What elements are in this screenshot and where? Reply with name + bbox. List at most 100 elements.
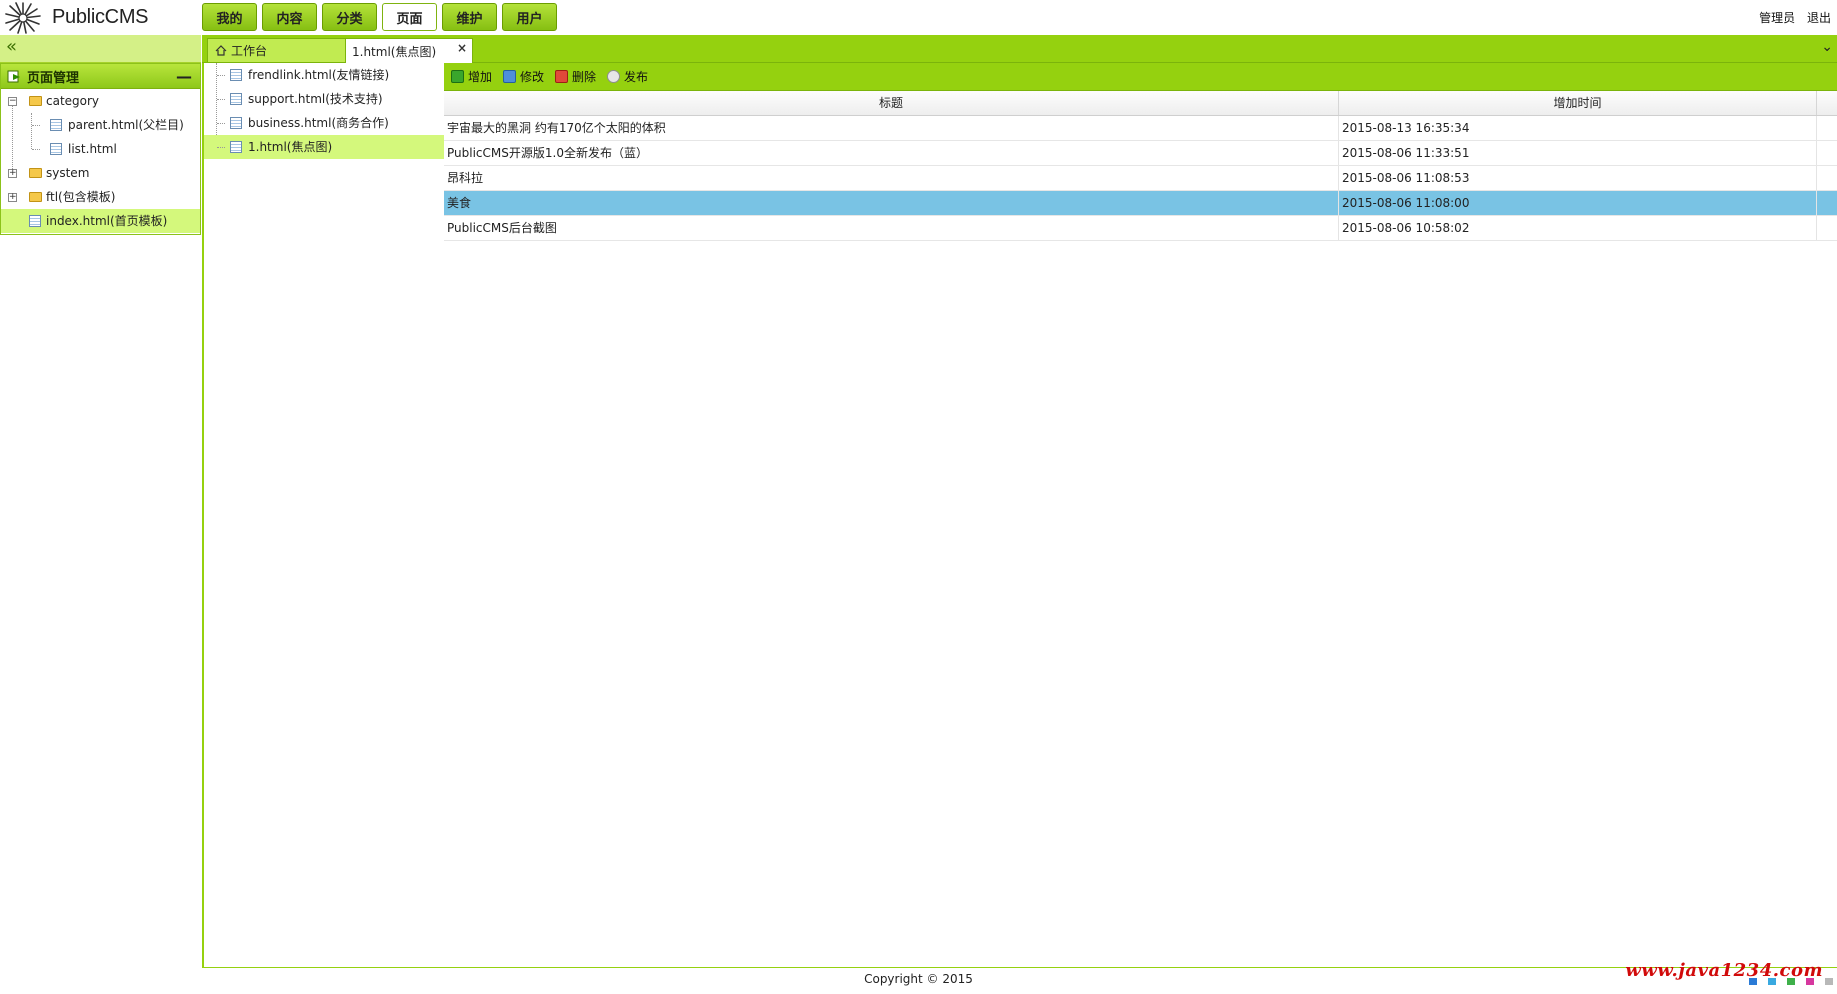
header: PublicCMS 我的 内容 分类 页面 维护 用户 管理员 退出 [0,0,1837,35]
user-area: 管理员 退出 [1751,9,1831,26]
sidebar-panel-header: 页面管理 — [1,64,200,89]
tab-label: 工作台 [231,44,268,58]
tab-bar: 工作台 1.html(焦点图) × ⌄ [202,35,1837,63]
tree-node-1-html[interactable]: 1.html(焦点图) [204,135,445,159]
cell-title: 美食 [444,191,1339,215]
menu-category[interactable]: 分类 [322,3,377,31]
edit-icon [503,70,517,83]
toolbar: 增加 修改 删除 发布 [444,63,1837,91]
tree-node-system[interactable]: + system [1,161,200,185]
tree-node-list-html[interactable]: list.html [1,137,200,161]
folder-icon [29,192,42,202]
column-header-time[interactable]: 增加时间 [1339,91,1817,115]
add-button[interactable]: 增加 [451,68,492,85]
tree-node-ftl[interactable]: + ftl(包含模板) [1,185,200,209]
tree-node-label: 1.html(焦点图) [248,140,333,154]
table-row[interactable]: PublicCMS后台截图 2015-08-06 10:58:02 [444,216,1837,241]
tree-node-label: support.html(技术支持) [248,92,383,106]
cell-time: 2015-08-06 11:08:53 [1339,166,1817,190]
menu-user[interactable]: 用户 [502,3,557,31]
file-icon [50,119,62,131]
publish-label: 发布 [624,70,649,84]
square-icon [1787,978,1795,985]
menu-my[interactable]: 我的 [202,3,257,31]
delete-label: 删除 [572,70,597,84]
file-icon [29,215,41,227]
column-header-title[interactable]: 标题 [444,91,1339,115]
file-icon [230,69,242,81]
sidebar-panel-title: 页面管理 [27,70,80,86]
tab-focus-image[interactable]: 1.html(焦点图) × [345,38,473,63]
double-chevron-down-icon[interactable]: ⌄ [1821,39,1833,55]
tab-workbench[interactable]: 工作台 [207,38,347,62]
add-label: 增加 [468,70,493,84]
table-row[interactable]: 昂科拉 2015-08-06 11:08:53 [444,166,1837,191]
tree-node-label: parent.html(父栏目) [68,118,184,132]
delete-button[interactable]: 删除 [555,68,596,85]
tree-line [32,125,40,126]
close-icon[interactable]: × [457,41,467,55]
footer-copyright: Copyright © 2015 [864,972,973,986]
menu-page[interactable]: 页面 [382,3,437,31]
square-icon [1749,978,1757,985]
square-icon [1806,978,1814,985]
tree-node-parent-html[interactable]: parent.html(父栏目) [1,113,200,137]
table-row-selected[interactable]: 美食 2015-08-06 11:08:00 [444,191,1837,216]
page-management-icon [7,70,20,83]
table-row[interactable]: PublicCMS开源版1.0全新发布（蓝） 2015-08-06 11:33:… [444,141,1837,166]
file-icon [50,143,62,155]
minimize-icon[interactable]: — [176,67,192,86]
publish-icon [607,70,621,83]
file-icon [230,93,242,105]
tree-node-label: list.html [68,142,117,156]
data-grid-panel: 增加 修改 删除 发布 标题 增加时间 宇宙最大的黑洞 约有170亿个太阳的体积… [444,63,1837,967]
double-chevron-left-icon[interactable]: « [6,37,17,57]
tree-line [32,149,40,150]
logout-link[interactable]: 退出 [1807,11,1831,25]
delete-icon [555,70,569,83]
menu-content[interactable]: 内容 [262,3,317,31]
edit-label: 修改 [520,70,545,84]
cell-title: PublicCMS后台截图 [444,216,1339,240]
tree-node-frendlink[interactable]: frendlink.html(友情链接) [204,63,445,87]
publish-button[interactable]: 发布 [607,68,648,85]
tree-line [217,123,225,124]
expand-toggle-icon[interactable]: + [8,193,17,202]
tree-node-label: index.html(首页模板) [46,214,168,228]
table-row[interactable]: 宇宙最大的黑洞 约有170亿个太阳的体积 2015-08-13 16:35:34 [444,116,1837,141]
tab-label: 1.html(焦点图) [352,44,437,59]
tree-node-label: category [46,94,100,108]
sidebar-collapse-bar: « [0,35,201,63]
menu-maintain[interactable]: 维护 [442,3,497,31]
cell-title: PublicCMS开源版1.0全新发布（蓝） [444,141,1339,165]
logo-icon [5,2,41,34]
file-icon [230,117,242,129]
tree-node-support[interactable]: support.html(技术支持) [204,87,445,111]
tree-line [217,99,225,100]
username-link[interactable]: 管理员 [1759,11,1795,25]
collapse-toggle-icon[interactable]: − [8,97,17,106]
cell-time: 2015-08-13 16:35:34 [1339,116,1817,140]
folder-icon [29,168,42,178]
cell-time: 2015-08-06 11:33:51 [1339,141,1817,165]
app-title: PublicCMS [52,6,149,28]
cell-time: 2015-08-06 11:08:00 [1339,191,1817,215]
square-icon [1825,978,1833,985]
expand-toggle-icon[interactable]: + [8,169,17,178]
square-icon [1768,978,1776,985]
home-icon [215,45,227,56]
cell-time: 2015-08-06 10:58:02 [1339,216,1817,240]
watermark-squares [1738,978,1833,985]
cell-title: 宇宙最大的黑洞 约有170亿个太阳的体积 [444,116,1339,140]
main-menu: 我的 内容 分类 页面 维护 用户 [202,3,562,33]
tree-node-index-html[interactable]: index.html(首页模板) [1,209,200,233]
tree-node-label: ftl(包含模板) [46,190,116,204]
tree-node-category[interactable]: − category [1,89,200,113]
sidebar-panel: 页面管理 — − category parent.html(父栏目) list.… [0,63,201,235]
sidebar-tree: − category parent.html(父栏目) list.html + … [1,89,200,233]
tree-node-business[interactable]: business.html(商务合作) [204,111,445,135]
tree-node-label: frendlink.html(友情链接) [248,68,390,82]
tree-line [217,147,225,148]
edit-button[interactable]: 修改 [503,68,544,85]
cell-title: 昂科拉 [444,166,1339,190]
